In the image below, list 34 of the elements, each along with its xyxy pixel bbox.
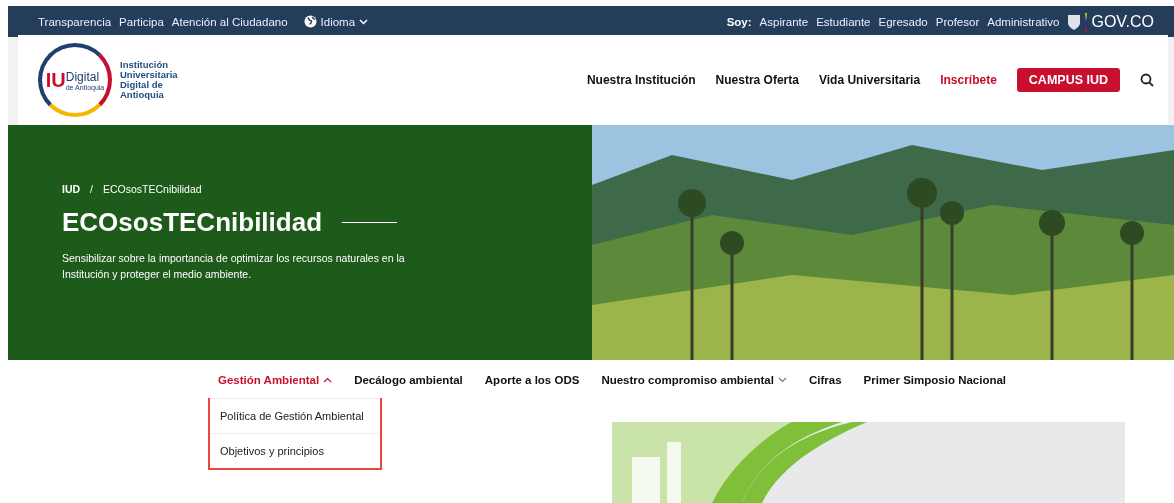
profile-link[interactable]: Egresado [878,15,928,28]
profile-link[interactable]: Administrativo [987,15,1060,28]
gov-logo[interactable]: GOV.CO [1091,12,1154,31]
language-selector[interactable]: Idioma [303,15,369,28]
profile-link[interactable]: Estudiante [816,15,871,28]
profile-link[interactable]: Aspirante [759,15,809,28]
section-tab[interactable]: Cifras [802,370,848,390]
dropdown-item[interactable]: Política de Gestión Ambiental [210,398,380,433]
section-tab[interactable]: Aporte a los ODS [478,370,586,390]
breadcrumb-current: ECOsosTECnibilidad [103,183,202,195]
top-link[interactable]: Participa [119,15,164,28]
section-tab[interactable]: Nuestro compromiso ambiental [595,370,793,390]
nav-link[interactable]: Vida Universitaria [818,73,921,87]
top-link[interactable]: Transparencia [38,15,112,28]
breadcrumb-separator: / [90,183,93,195]
shield-icon [1067,12,1082,31]
section-tab[interactable]: Decálogo ambiental [348,370,469,390]
breadcrumb-link[interactable]: IUD [62,183,81,195]
section-tab[interactable]: Primer Simposio Nacional [857,370,1013,390]
page-title: ECOsosTECnibilidad [62,207,323,238]
chevron-down-icon [359,18,369,25]
logo-text: Institución Universitaria Digital de Antioquia [120,60,178,100]
search-icon[interactable] [1140,73,1154,87]
globe-icon [303,15,317,28]
top-link[interactable]: Atención al Ciudadano [171,15,288,28]
campus-button[interactable]: CAMPUS IUD [1016,68,1120,92]
section-tab[interactable]: Gestión Ambiental [212,370,339,390]
nav-link[interactable]: Nuestra Oferta [715,73,799,87]
profile-label: Soy: [726,15,752,28]
profile-link[interactable]: Profesor [935,15,980,28]
nav-link[interactable]: Nuestra Institución [586,73,696,87]
dropdown-item[interactable]: Objetivos y principios [210,433,380,468]
hero-description: Sensibilizar sobre la importancia de optimizar los recursos naturales en la Institución y proteger el medio ambiente. [62,251,406,282]
nav-link[interactable]: Inscríbete [940,73,997,87]
